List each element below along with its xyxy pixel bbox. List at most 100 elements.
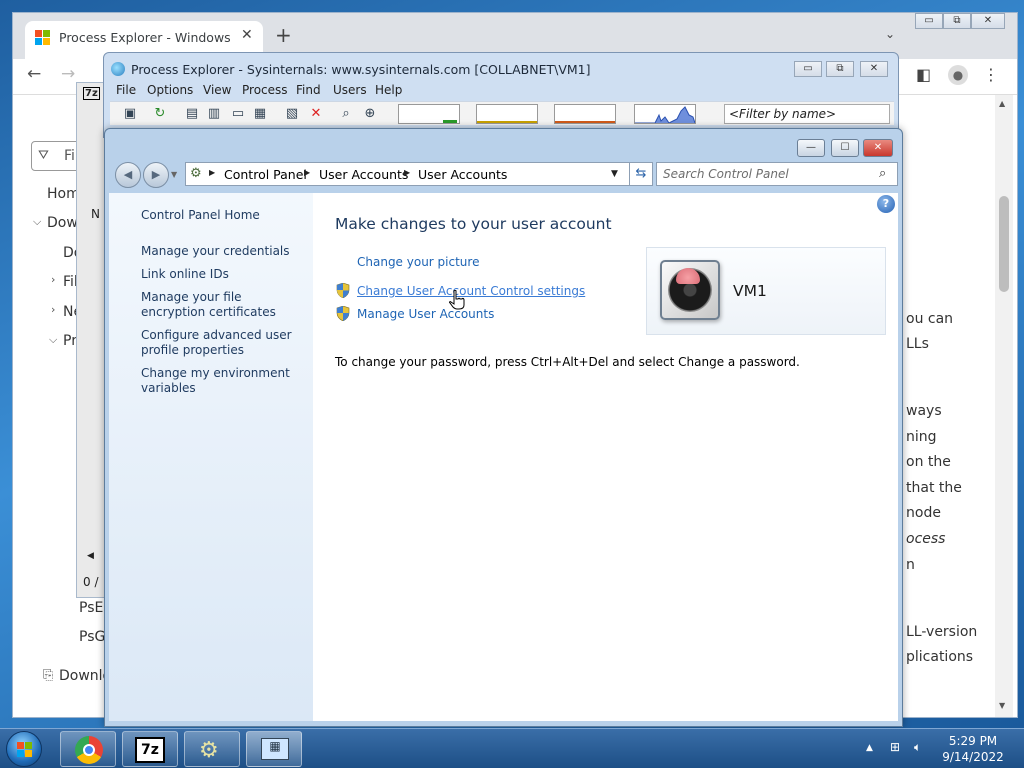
window-icon[interactable]: ▭ [230, 106, 246, 122]
menu-dots-icon[interactable]: ⋮ [983, 65, 999, 84]
breadcrumb-control-panel[interactable]: Control Panel [224, 167, 307, 182]
breadcrumb-user-accounts-current[interactable]: User Accounts [418, 167, 507, 182]
taskbar: 7z ⚙ ▦ ▲ ⊞ 🔈︎ 5:29 PM 9/14/2022 [0, 728, 1024, 768]
gpu-graph[interactable] [634, 104, 696, 124]
chrome-close-button[interactable]: ✕ [971, 13, 1005, 29]
process-properties-icon[interactable]: ▧ [284, 106, 300, 122]
menu-file[interactable]: File [116, 83, 136, 97]
back-button[interactable]: ◀ [115, 162, 141, 188]
pe-restore-button[interactable]: ⧉ [826, 61, 854, 77]
volume-icon[interactable]: 🔈︎ [914, 740, 921, 755]
address-bar-row: ◀ ▶ ▼ ⚙ ▶ Control Panel ▶ User Accounts … [113, 160, 898, 190]
menu-options[interactable]: Options [147, 83, 193, 97]
dll-view-icon[interactable]: ▦ [252, 106, 268, 122]
chevron-right-icon[interactable]: › [51, 273, 55, 286]
tab-close-icon[interactable]: ✕ [241, 27, 253, 43]
user-picture-turntable-icon[interactable] [660, 260, 720, 320]
recent-pages-icon[interactable]: ▼ [171, 170, 177, 179]
sidebar-icon[interactable]: ◧ [916, 65, 931, 84]
clock[interactable]: 5:29 PM 9/14/2022 [936, 733, 1010, 765]
chevron-down-icon[interactable]: ⌵ [33, 215, 41, 229]
cp-maximize-button[interactable]: ☐ [831, 139, 859, 157]
kill-process-icon[interactable]: ✕ [308, 106, 324, 122]
taskbar-7zip[interactable]: 7z [122, 731, 178, 767]
sevenzip-title-icon: 7z [83, 87, 100, 100]
process-explorer-window: Process Explorer - Sysinternals: www.sys… [103, 52, 899, 138]
page-text-fragment: that the [906, 480, 962, 496]
page-text-fragment: node [906, 505, 941, 521]
profile-icon[interactable]: ● [948, 65, 968, 85]
forward-button[interactable]: ▶ [143, 162, 169, 188]
cp-minimize-button[interactable]: — [797, 139, 825, 157]
page-text-fragment: ocess [906, 531, 946, 547]
pe-minimize-button[interactable]: ▭ [794, 61, 822, 77]
manage-user-accounts-link[interactable]: Manage User Accounts [357, 307, 494, 321]
clock-date: 9/14/2022 [942, 750, 1004, 764]
scroll-down-icon[interactable]: ▼ [999, 701, 1005, 710]
manage-credentials-link[interactable]: Manage your credentials [141, 244, 309, 259]
chrome-restore-button[interactable]: ⧉ [943, 13, 971, 29]
cpu-graph[interactable] [398, 104, 460, 124]
sevenzip-icon: 7z [135, 737, 165, 763]
menu-users[interactable]: Users [333, 83, 367, 97]
control-panel-content: Control Panel Home Manage your credentia… [109, 193, 898, 721]
chevron-down-icon[interactable]: ⌵ [49, 333, 57, 347]
start-button[interactable] [6, 731, 42, 767]
forward-arrow-icon[interactable]: → [61, 64, 75, 84]
back-arrow-icon[interactable]: ← [27, 64, 41, 84]
help-icon[interactable]: ? [877, 195, 895, 213]
nav-ps-item[interactable]: PsE [79, 600, 103, 616]
system-info-icon[interactable]: ▤ [184, 106, 200, 122]
search-control-panel-input[interactable]: Search Control Panel ⌕ [656, 162, 898, 186]
properties-icon[interactable]: ▥ [206, 106, 222, 122]
nav-process-item[interactable]: Pr [63, 333, 77, 349]
file-encryption-link[interactable]: Manage your file encryption certificates [141, 290, 309, 320]
target-crosshair-icon[interactable]: ⊕ [362, 106, 378, 122]
change-picture-link[interactable]: Change your picture [357, 255, 479, 269]
breadcrumb-arrow-icon[interactable]: ▶ [304, 168, 310, 177]
breadcrumb-arrow-icon[interactable]: ▶ [209, 168, 215, 177]
chrome-minimize-button[interactable]: ▭ [915, 13, 943, 29]
find-binoculars-icon[interactable]: ⌕ [338, 106, 354, 122]
advanced-profile-link[interactable]: Configure advanced user profile properti… [141, 328, 309, 358]
search-icon[interactable]: ⌕ [879, 166, 886, 181]
tab-search-icon[interactable]: ⌄ [885, 27, 895, 41]
taskbar-chrome[interactable] [60, 731, 116, 767]
link-online-ids-link[interactable]: Link online IDs [141, 267, 309, 282]
scrollbar-thumb[interactable] [999, 196, 1009, 292]
menu-find[interactable]: Find [296, 83, 321, 97]
show-hidden-icons[interactable]: ▲ [866, 743, 873, 753]
commit-graph[interactable] [476, 104, 538, 124]
page-text-fragment: plications [906, 649, 974, 665]
scroll-left-icon[interactable]: ◀ [87, 551, 94, 561]
menu-help[interactable]: Help [375, 83, 402, 97]
chevron-right-icon[interactable]: › [51, 303, 55, 316]
taskbar-control-panel[interactable]: ⚙ [184, 731, 240, 767]
scroll-up-icon[interactable]: ▲ [999, 99, 1005, 108]
control-panel-home-link[interactable]: Control Panel Home [141, 208, 309, 223]
environment-variables-link[interactable]: Change my environment variables [141, 366, 309, 396]
microsoft-logo-icon [35, 30, 51, 46]
breadcrumb-arrow-icon[interactable]: ▶ [404, 168, 410, 177]
nav-downloads-section[interactable]: Dow [47, 215, 78, 231]
save-icon[interactable]: ▣ [122, 106, 138, 122]
taskbar-process-explorer[interactable]: ▦ [246, 731, 302, 767]
refresh-icon[interactable]: ↻ [152, 106, 168, 122]
page-text-fragment: ou can [906, 311, 954, 327]
page-scrollbar[interactable]: ▲ ▼ [995, 95, 1013, 717]
menu-view[interactable]: View [203, 83, 231, 97]
refresh-icon[interactable]: ⇆ [629, 162, 653, 186]
io-graph[interactable] [554, 104, 616, 124]
address-bar[interactable]: ⚙ ▶ Control Panel ▶ User Accounts ▶ User… [185, 162, 653, 186]
menu-process[interactable]: Process [242, 83, 288, 97]
nav-ps-item[interactable]: PsG [79, 629, 105, 645]
pe-close-button[interactable]: ✕ [860, 61, 888, 77]
nav-home[interactable]: Hom [47, 186, 80, 202]
breadcrumb-user-accounts[interactable]: User Accounts [319, 167, 408, 182]
new-tab-button[interactable]: + [275, 23, 292, 47]
address-dropdown-icon[interactable]: ▼ [611, 169, 618, 179]
filter-by-name-input[interactable]: <Filter by name> [724, 104, 890, 124]
change-uac-settings-link[interactable]: Change User Account Control settings [357, 284, 585, 298]
cp-close-button[interactable]: ✕ [863, 139, 893, 157]
network-icon[interactable]: ⊞ [890, 740, 900, 754]
